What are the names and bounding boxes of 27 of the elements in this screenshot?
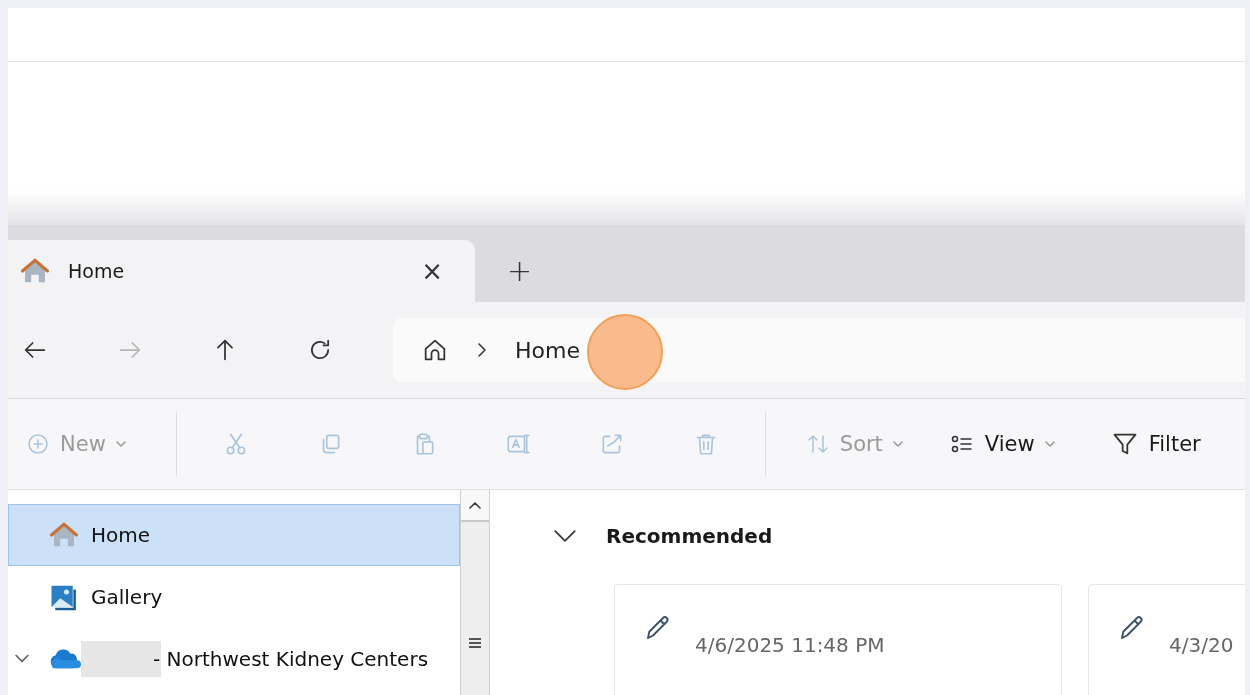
caret-icon — [115, 441, 126, 447]
scroll-up-icon[interactable] — [469, 501, 481, 509]
file-card[interactable]: 4/3/20 — [1088, 584, 1245, 695]
scrollbar[interactable] — [460, 490, 490, 695]
cloud-icon — [49, 648, 81, 670]
file-card[interactable]: 4/6/2025 11:48 PM — [614, 584, 1062, 695]
tab[interactable]: Home × — [8, 240, 475, 302]
plus-icon — [26, 432, 50, 456]
chevron-icon — [477, 342, 487, 358]
sidebar-item[interactable]: Home — [8, 504, 460, 566]
file-date: 4/6/2025 11:48 PM — [695, 633, 885, 659]
caret-icon — [892, 441, 903, 447]
sort-icon — [805, 432, 830, 456]
breadcrumb-item[interactable]: Home — [515, 337, 580, 363]
chevron-icon[interactable] — [15, 654, 29, 664]
chevron-icon[interactable] — [554, 529, 576, 543]
caret-icon — [1044, 441, 1055, 447]
address-bar[interactable]: Home — [393, 318, 1245, 382]
new-tab-button[interactable]: + — [507, 253, 533, 288]
close-tab-button[interactable]: × — [421, 256, 443, 286]
toolbar-button[interactable]: Filter — [1102, 419, 1209, 469]
grip-icon — [469, 637, 481, 649]
section-title: Recommended — [606, 524, 773, 548]
toolbar-button[interactable]: View — [940, 419, 1063, 469]
sidebar-item[interactable]: - Northwest Kidney Centers — [8, 628, 460, 690]
file-date: 4/3/20 — [1169, 633, 1234, 659]
sidebar-item[interactable]: Gallery — [8, 566, 460, 628]
